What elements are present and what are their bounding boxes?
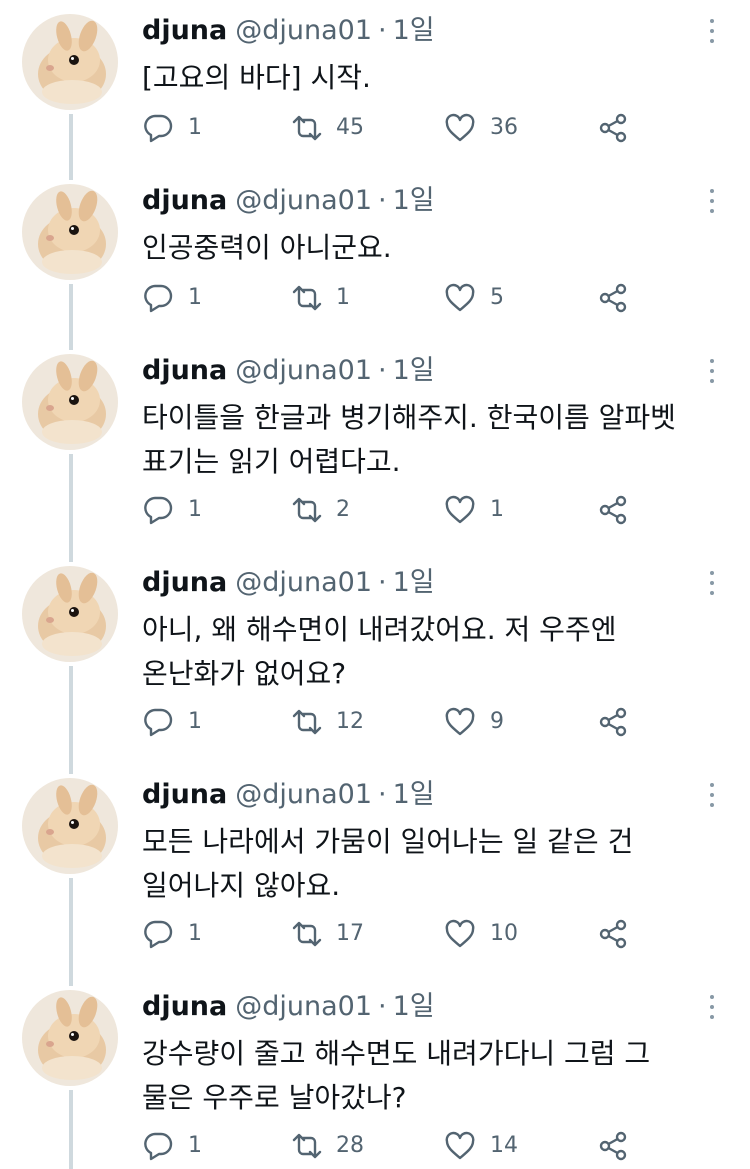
tweet[interactable]: djuna @djuna01 · 1일 타이틀을 한글과 병기해주지. 한국이름 알파…: [0, 340, 750, 562]
tweet-actions: 1 28 14: [142, 1128, 662, 1164]
reply-count: 1: [188, 921, 202, 946]
tweet-actions: 1 12 9: [142, 704, 662, 740]
retweet-count: 12: [336, 709, 364, 734]
timestamp[interactable]: 1일: [393, 567, 435, 598]
separator: ·: [378, 779, 387, 810]
separator: ·: [378, 355, 387, 386]
like-count: 5: [490, 285, 504, 310]
reply-count: 1: [188, 709, 202, 734]
tweet-text: 강수량이 줄고 해수면도 내려가다니 그럼 그 물은 우주로 날아갔나?: [142, 1037, 651, 1114]
avatar[interactable]: [22, 184, 118, 280]
user-handle[interactable]: @djuna01: [235, 185, 372, 216]
display-name[interactable]: djuna: [142, 185, 227, 216]
tweet-header: djuna @djuna01 · 1일: [142, 778, 435, 812]
timestamp[interactable]: 1일: [393, 991, 435, 1022]
tweet-header: djuna @djuna01 · 1일: [142, 990, 435, 1024]
more-options-icon[interactable]: [700, 778, 724, 812]
more-options-icon[interactable]: [700, 354, 724, 388]
like-count: 36: [490, 115, 518, 140]
retweet-count: 45: [336, 115, 364, 140]
rabbit-avatar-image: [22, 990, 118, 1086]
more-options-icon[interactable]: [700, 990, 724, 1024]
avatar[interactable]: [22, 566, 118, 662]
avatar[interactable]: [22, 990, 118, 1086]
tweet-text: [고요의 바다] 시작.: [142, 61, 371, 94]
rabbit-avatar-image: [22, 566, 118, 662]
tweet-header: djuna @djuna01 · 1일: [142, 14, 435, 48]
tweet-actions: 1 1 5: [142, 280, 662, 316]
tweet-actions: 1 17 10: [142, 916, 662, 952]
like-count: 10: [490, 921, 518, 946]
user-handle[interactable]: @djuna01: [235, 355, 372, 386]
tweet-header: djuna @djuna01 · 1일: [142, 354, 435, 388]
tweet[interactable]: djuna @djuna01 · 1일 모든 나라에서 가뭄이 일어나는 일 같은 건…: [0, 764, 750, 986]
rabbit-avatar-image: [22, 778, 118, 874]
timestamp[interactable]: 1일: [393, 15, 435, 46]
tweet[interactable]: djuna @djuna01 · 1일 아니, 왜 해수면이 내려갔어요. 저 우주엔…: [0, 552, 750, 774]
tweet-text: 타이틀을 한글과 병기해주지. 한국이름 알파벳 표기는 읽기 어렵다고.: [142, 401, 676, 478]
thread-line: [69, 1090, 73, 1169]
reply-count: 1: [188, 285, 202, 310]
reply-count: 1: [188, 1133, 202, 1158]
retweet-count: 2: [336, 497, 350, 522]
separator: ·: [378, 185, 387, 216]
rabbit-avatar-image: [22, 14, 118, 110]
tweet-text: 모든 나라에서 가뭄이 일어나는 일 같은 건 일어나지 않아요.: [142, 825, 634, 902]
separator: ·: [378, 567, 387, 598]
more-options-icon[interactable]: [700, 566, 724, 600]
tweet[interactable]: djuna @djuna01 · 1일 [고요의 바다] 시작. 1 45 36: [0, 0, 750, 180]
display-name[interactable]: djuna: [142, 355, 227, 386]
tweet[interactable]: djuna @djuna01 · 1일 인공중력이 아니군요. 1 1 5: [0, 170, 750, 350]
tweet-text: 인공중력이 아니군요.: [142, 231, 392, 264]
timestamp[interactable]: 1일: [393, 355, 435, 386]
thread-line: [69, 878, 73, 986]
display-name[interactable]: djuna: [142, 567, 227, 598]
tweet-thread: djuna@djuna01·1일 [고요의 바다] 시작. 1 45 36: [0, 0, 750, 1169]
display-name[interactable]: djuna: [142, 991, 227, 1022]
rabbit-avatar-image: [22, 184, 118, 280]
separator: ·: [378, 15, 387, 46]
display-name[interactable]: djuna: [142, 779, 227, 810]
avatar[interactable]: [22, 778, 118, 874]
tweet-text: 아니, 왜 해수면이 내려갔어요. 저 우주엔 온난화가 없어요?: [142, 613, 617, 690]
tweet-actions: 1 45 36: [142, 110, 662, 146]
reply-count: 1: [188, 115, 202, 140]
avatar[interactable]: [22, 14, 118, 110]
thread-line: [69, 666, 73, 774]
rabbit-avatar-image: [22, 354, 118, 450]
timestamp[interactable]: 1일: [393, 779, 435, 810]
retweet-count: 28: [336, 1133, 364, 1158]
tweet[interactable]: djuna @djuna01 · 1일 강수량이 줄고 해수면도 내려가다니 그럼 그…: [0, 976, 750, 1169]
like-count: 9: [490, 709, 504, 734]
tweet-header: djuna @djuna01 · 1일: [142, 566, 435, 600]
like-count: 14: [490, 1133, 518, 1158]
tweet-header: djuna @djuna01 · 1일: [142, 184, 435, 218]
display-name[interactable]: djuna: [142, 15, 227, 46]
timestamp[interactable]: 1일: [393, 185, 435, 216]
more-options-icon[interactable]: [700, 184, 724, 218]
user-handle[interactable]: @djuna01: [235, 991, 372, 1022]
thread-line: [69, 454, 73, 562]
user-handle[interactable]: @djuna01: [235, 779, 372, 810]
avatar[interactable]: [22, 354, 118, 450]
user-handle[interactable]: @djuna01: [235, 15, 372, 46]
reply-count: 1: [188, 497, 202, 522]
separator: ·: [378, 991, 387, 1022]
like-count: 1: [490, 497, 504, 522]
user-handle[interactable]: @djuna01: [235, 567, 372, 598]
tweet-actions: 1 2 1: [142, 492, 662, 528]
retweet-count: 1: [336, 285, 350, 310]
retweet-count: 17: [336, 921, 364, 946]
more-options-icon[interactable]: [700, 14, 724, 48]
